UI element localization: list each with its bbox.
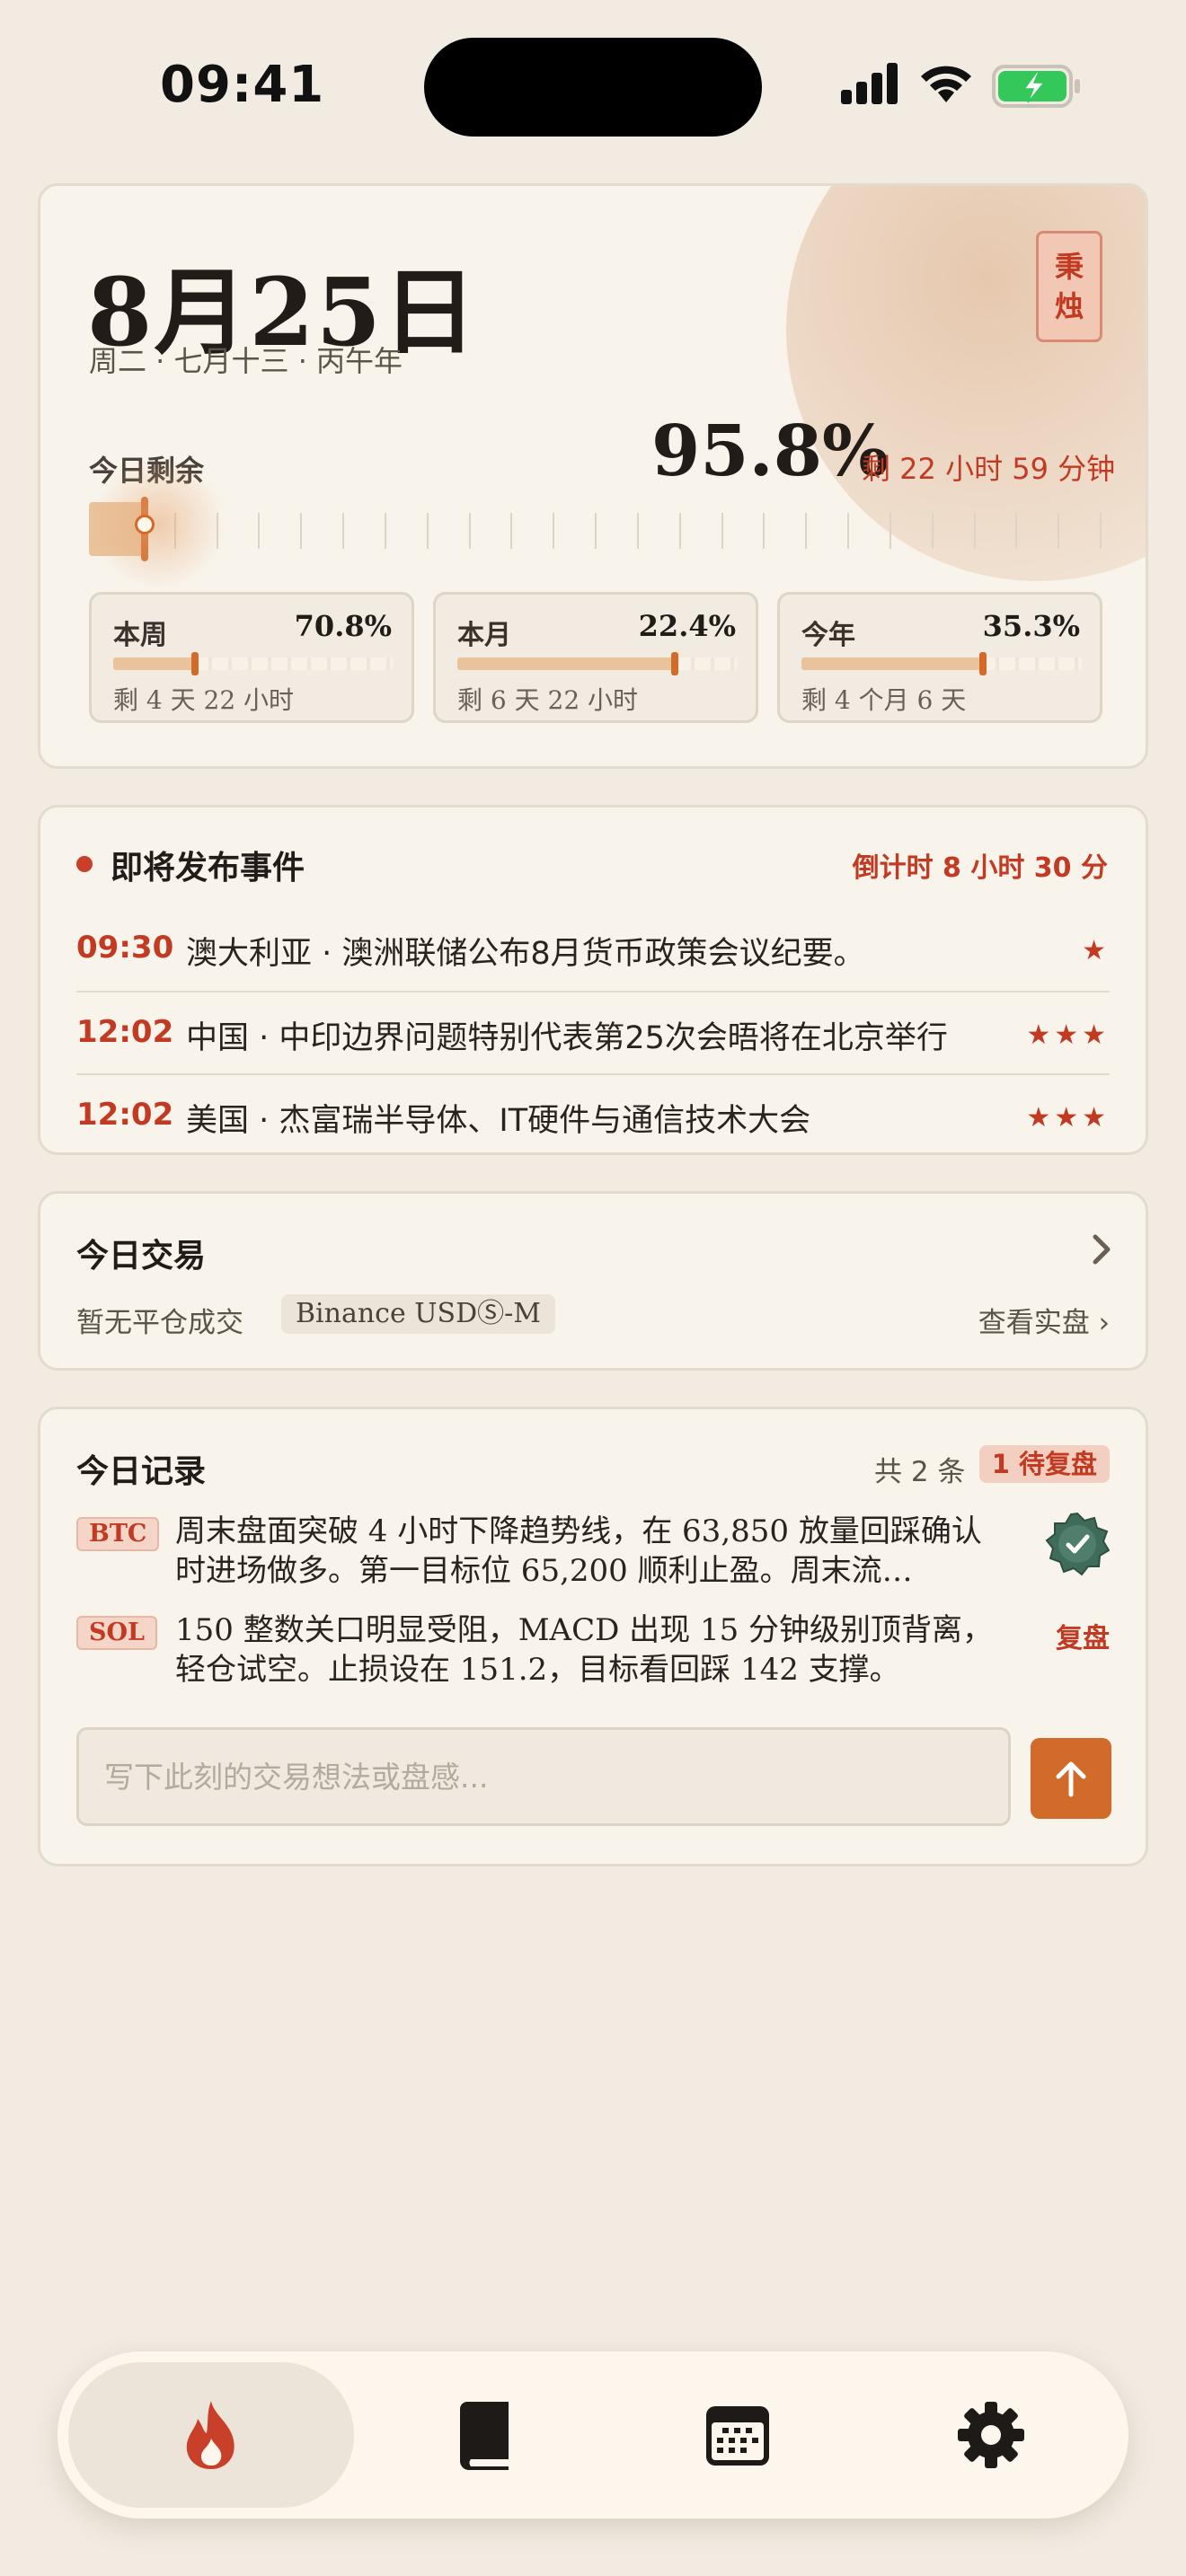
event-importance-stars: ★ <box>1082 935 1110 966</box>
record-input[interactable] <box>76 1727 1011 1826</box>
view-live-link[interactable]: 查看实盘 › <box>978 1300 1110 1340</box>
cellular-signal-icon <box>841 63 898 104</box>
trade-title: 今日交易 <box>76 1238 207 1275</box>
events-countdown: 倒计时 8 小时 30 分 <box>852 852 1108 884</box>
event-time: 12:02 <box>76 1097 174 1133</box>
month-progress-knob <box>671 652 679 675</box>
record-text: 150 整数关口明显受阻，MACD 出现 15 分钟级别顶背离，轻仓试空。止损设… <box>175 1612 994 1688</box>
today-trade-card[interactable]: 今日交易 暂无平仓成交 Binance USDⓈ-M 查看实盘 › <box>38 1191 1148 1371</box>
month-progress-card: 本月 22.4% 剩 6 天 22 小时 <box>433 592 758 723</box>
pending-review-badge[interactable]: 1 待复盘 <box>978 1445 1110 1483</box>
record-symbol-tag: BTC <box>76 1517 160 1551</box>
event-text: 澳大利亚 · 澳洲联储公布8月货币政策会议纪要。 <box>186 936 865 972</box>
status-time: 09:41 <box>160 56 325 114</box>
battery-charging-icon <box>992 65 1080 108</box>
year-progress-bar <box>801 652 1082 675</box>
exchange-badge: Binance USDⓈ-M <box>281 1294 556 1334</box>
day-progress-track[interactable] <box>87 461 1102 587</box>
calendar-icon <box>706 2406 769 2466</box>
event-text: 中国 · 中印边界问题特别代表第25次会晤将在北京举行 <box>186 1020 948 1056</box>
gear-icon <box>958 2402 1024 2468</box>
knob-glow <box>87 461 231 587</box>
knob-dot <box>135 515 155 534</box>
tab-settings[interactable] <box>848 2362 1134 2508</box>
year-progress-fill <box>801 657 983 670</box>
month-percent: 22.4% <box>638 609 736 643</box>
tab-calendar[interactable] <box>595 2362 881 2508</box>
week-percent: 70.8% <box>294 609 392 643</box>
event-time: 09:30 <box>76 930 174 966</box>
year-label: 今年 <box>801 620 855 651</box>
event-row[interactable]: 12:02 美国 · 杰富瑞半导体、IT硬件与通信技术大会 ★★★ <box>76 1073 1110 1152</box>
records-count: 共 2 条 <box>874 1456 966 1488</box>
year-percent: 35.3% <box>982 609 1080 643</box>
arrow-up-icon <box>1056 1761 1086 1797</box>
reviewed-check-badge-icon[interactable] <box>1045 1512 1110 1576</box>
week-progress-fill <box>113 657 196 670</box>
records-title: 今日记录 <box>76 1453 207 1490</box>
today-records-card: 今日记录 共 2 条 1 待复盘 BTC 周末盘面突破 4 小时下降趋势线，在 … <box>38 1407 1148 1866</box>
tab-today[interactable] <box>68 2362 354 2508</box>
event-text: 美国 · 杰富瑞半导体、IT硬件与通信技术大会 <box>186 1103 811 1139</box>
month-progress-fill <box>457 657 676 670</box>
seal-stamp: 秉 烛 <box>1036 231 1102 342</box>
today-remaining-time: 剩 22 小时 59 分钟 <box>862 452 1116 486</box>
seal-char-2: 烛 <box>1054 289 1084 323</box>
tab-bar <box>58 2351 1128 2519</box>
event-row[interactable]: 09:30 澳大利亚 · 澳洲联储公布8月货币政策会议纪要。 ★ <box>76 908 1110 991</box>
month-progress-bar <box>457 652 738 675</box>
date-subtitle: 周二 · 七月十三 · 丙午年 <box>89 344 403 378</box>
chevron-right-icon[interactable] <box>1090 1231 1113 1267</box>
year-progress-card: 今年 35.3% 剩 4 个月 6 天 <box>777 592 1102 723</box>
events-title: 即将发布事件 <box>111 850 305 887</box>
review-button[interactable]: 复盘 <box>1056 1616 1110 1655</box>
event-importance-stars: ★★★ <box>1026 1102 1110 1134</box>
flame-icon <box>186 2401 235 2469</box>
week-progress-card: 本周 70.8% 剩 4 天 22 小时 <box>89 592 414 723</box>
week-progress-bar <box>113 652 394 675</box>
event-row[interactable]: 12:02 中国 · 中印边界问题特别代表第25次会晤将在北京举行 ★★★ <box>76 991 1110 1073</box>
week-remaining: 剩 4 天 22 小时 <box>113 685 295 715</box>
live-dot-icon <box>76 856 93 872</box>
day-progress-knob[interactable] <box>87 461 231 587</box>
day-progress-ticks <box>90 513 1102 549</box>
upcoming-events-card: 即将发布事件 倒计时 8 小时 30 分 09:30 澳大利亚 · 澳洲联储公布… <box>38 805 1148 1155</box>
event-time: 12:02 <box>76 1014 174 1050</box>
today-remaining-percent: 95.8% <box>651 410 890 492</box>
wifi-icon <box>921 66 971 102</box>
seal-char-1: 秉 <box>1054 250 1084 284</box>
status-bar: 09:41 <box>0 0 1186 171</box>
tab-journal[interactable] <box>343 2362 629 2508</box>
dynamic-island <box>424 38 762 137</box>
week-progress-knob <box>191 652 199 675</box>
send-button[interactable] <box>1031 1738 1111 1819</box>
year-remaining: 剩 4 个月 6 天 <box>801 685 967 715</box>
record-text: 周末盘面突破 4 小时下降趋势线，在 63,850 放量回踩确认时进场做多。第一… <box>175 1513 982 1589</box>
event-importance-stars: ★★★ <box>1026 1019 1110 1051</box>
week-label: 本周 <box>113 620 167 651</box>
record-symbol-tag: SOL <box>76 1616 158 1650</box>
book-icon <box>460 2402 509 2470</box>
trade-empty-text: 暂无平仓成交 <box>76 1307 243 1339</box>
month-label: 本月 <box>457 620 511 651</box>
date-progress-card: 8月25日 周二 · 七月十三 · 丙午年 秉 烛 今日剩余 95.8% 剩 2… <box>38 183 1148 769</box>
month-remaining: 剩 6 天 22 小时 <box>457 685 639 715</box>
year-progress-knob <box>978 652 987 675</box>
